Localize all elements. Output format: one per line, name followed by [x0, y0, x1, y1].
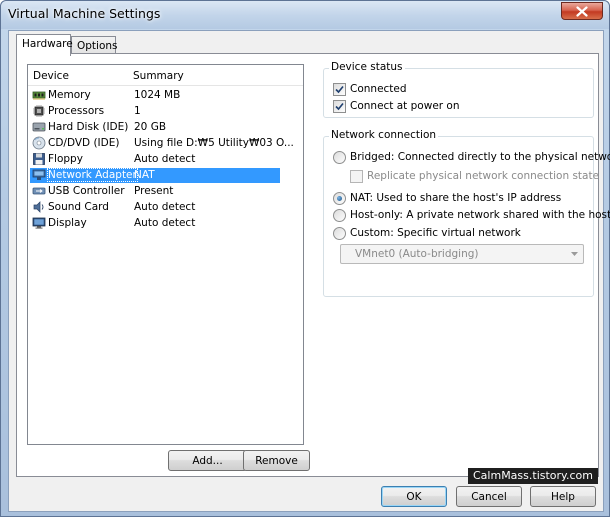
device-row-display[interactable]: Display Auto detect [30, 216, 280, 231]
hard-disk-icon [32, 122, 46, 132]
device-name: Sound Card [48, 201, 109, 213]
window-title: Virtual Machine Settings [8, 6, 161, 21]
host-only-label[interactable]: Host-only: A private network shared with… [350, 209, 610, 221]
dialog-client-area: Hardware Options Device Summary Memory 1… [8, 30, 610, 512]
device-row-memory[interactable]: Memory 1024 MB [30, 88, 280, 103]
device-name: Memory [48, 89, 91, 101]
connected-checkbox[interactable] [333, 83, 346, 96]
display-icon [32, 217, 46, 229]
nat-radio[interactable] [333, 192, 346, 205]
connected-label[interactable]: Connected [350, 83, 407, 95]
close-button[interactable] [561, 2, 603, 20]
device-row-network-adapter[interactable]: Network Adapter NAT [30, 168, 280, 183]
help-button[interactable]: Help [530, 486, 596, 507]
chevron-down-icon [571, 252, 578, 256]
column-header-device[interactable]: Device [33, 70, 69, 82]
device-row-usb-controller[interactable]: USB Controller Present [30, 184, 280, 199]
device-name: Floppy [48, 153, 83, 165]
connect-at-power-on-label[interactable]: Connect at power on [350, 100, 460, 112]
tab-hardware[interactable]: Hardware [16, 34, 73, 56]
network-connection-title: Network connection [329, 129, 439, 141]
hardware-panel: Device Summary Memory 1024 MB Processors… [16, 53, 610, 477]
close-icon [576, 5, 588, 17]
custom-network-value: VMnet0 (Auto-bridging) [355, 248, 479, 260]
bridged-label[interactable]: Bridged: Connected directly to the physi… [350, 151, 610, 163]
replicate-state-checkbox[interactable] [350, 170, 363, 183]
cd-dvd-icon [32, 136, 46, 150]
device-name: Display [48, 217, 87, 229]
remove-device-button[interactable]: Remove [243, 450, 310, 471]
device-row-sound-card[interactable]: Sound Card Auto detect [30, 200, 280, 215]
device-name: Network Adapter [47, 168, 138, 182]
watermark: CalmMass.tistory.com [468, 468, 598, 484]
device-status-title: Device status [329, 61, 405, 73]
replicate-state-label[interactable]: Replicate physical network connection st… [367, 170, 599, 182]
device-summary: NAT [134, 169, 155, 181]
device-name: CD/DVD (IDE) [48, 137, 120, 149]
device-summary: 1 [134, 105, 141, 117]
tab-options[interactable]: Options [71, 36, 118, 54]
device-summary: Auto detect [134, 201, 196, 213]
device-summary: Using file D:₩5 Utility₩03 O... [134, 137, 294, 149]
device-summary: Auto detect [134, 217, 196, 229]
checkmark-icon [335, 102, 344, 111]
device-summary: Present [134, 185, 174, 197]
network-adapter-icon [32, 169, 46, 180]
checkmark-icon [335, 85, 344, 94]
device-name: Processors [48, 105, 105, 117]
device-name: Hard Disk (IDE) [48, 121, 129, 133]
device-status-group: Device status Connected Connect at power… [323, 61, 594, 118]
custom-label[interactable]: Custom: Specific virtual network [350, 227, 521, 239]
bridged-radio[interactable] [333, 151, 346, 164]
device-row-hard-disk[interactable]: Hard Disk (IDE) 20 GB [30, 120, 280, 135]
tab-options-label: Options [77, 40, 118, 52]
title-bar[interactable]: Virtual Machine Settings [1, 1, 609, 29]
host-only-radio[interactable] [333, 209, 346, 222]
device-summary: 1024 MB [134, 89, 181, 101]
device-row-floppy[interactable]: Floppy Auto detect [30, 152, 280, 167]
device-summary: 20 GB [134, 121, 167, 133]
add-device-button[interactable]: Add... [168, 450, 247, 471]
column-header-summary[interactable]: Summary [133, 70, 184, 82]
sound-card-icon [33, 201, 44, 213]
device-row-cd-dvd[interactable]: CD/DVD (IDE) Using file D:₩5 Utility₩03 … [30, 136, 294, 151]
device-name: USB Controller [48, 185, 125, 197]
custom-network-select[interactable]: VMnet0 (Auto-bridging) [340, 244, 584, 264]
floppy-icon [33, 153, 45, 165]
custom-radio[interactable] [333, 227, 346, 240]
connect-at-power-on-checkbox[interactable] [333, 100, 346, 113]
cancel-button[interactable]: Cancel [456, 486, 522, 507]
processor-icon [33, 105, 45, 117]
usb-icon [32, 187, 46, 195]
network-connection-group: Network connection Bridged: Connected di… [323, 129, 610, 297]
device-summary: Auto detect [134, 153, 196, 165]
memory-icon [32, 91, 46, 100]
vm-settings-window: Virtual Machine Settings Hardware Option… [0, 0, 610, 517]
ok-button[interactable]: OK [381, 486, 447, 507]
device-list-header: Device Summary [28, 65, 303, 86]
device-list[interactable]: Device Summary Memory 1024 MB Processors… [27, 64, 304, 445]
device-row-processors[interactable]: Processors 1 [30, 104, 280, 119]
tab-hardware-label: Hardware [22, 38, 73, 50]
nat-label[interactable]: NAT: Used to share the host's IP address [350, 192, 561, 204]
